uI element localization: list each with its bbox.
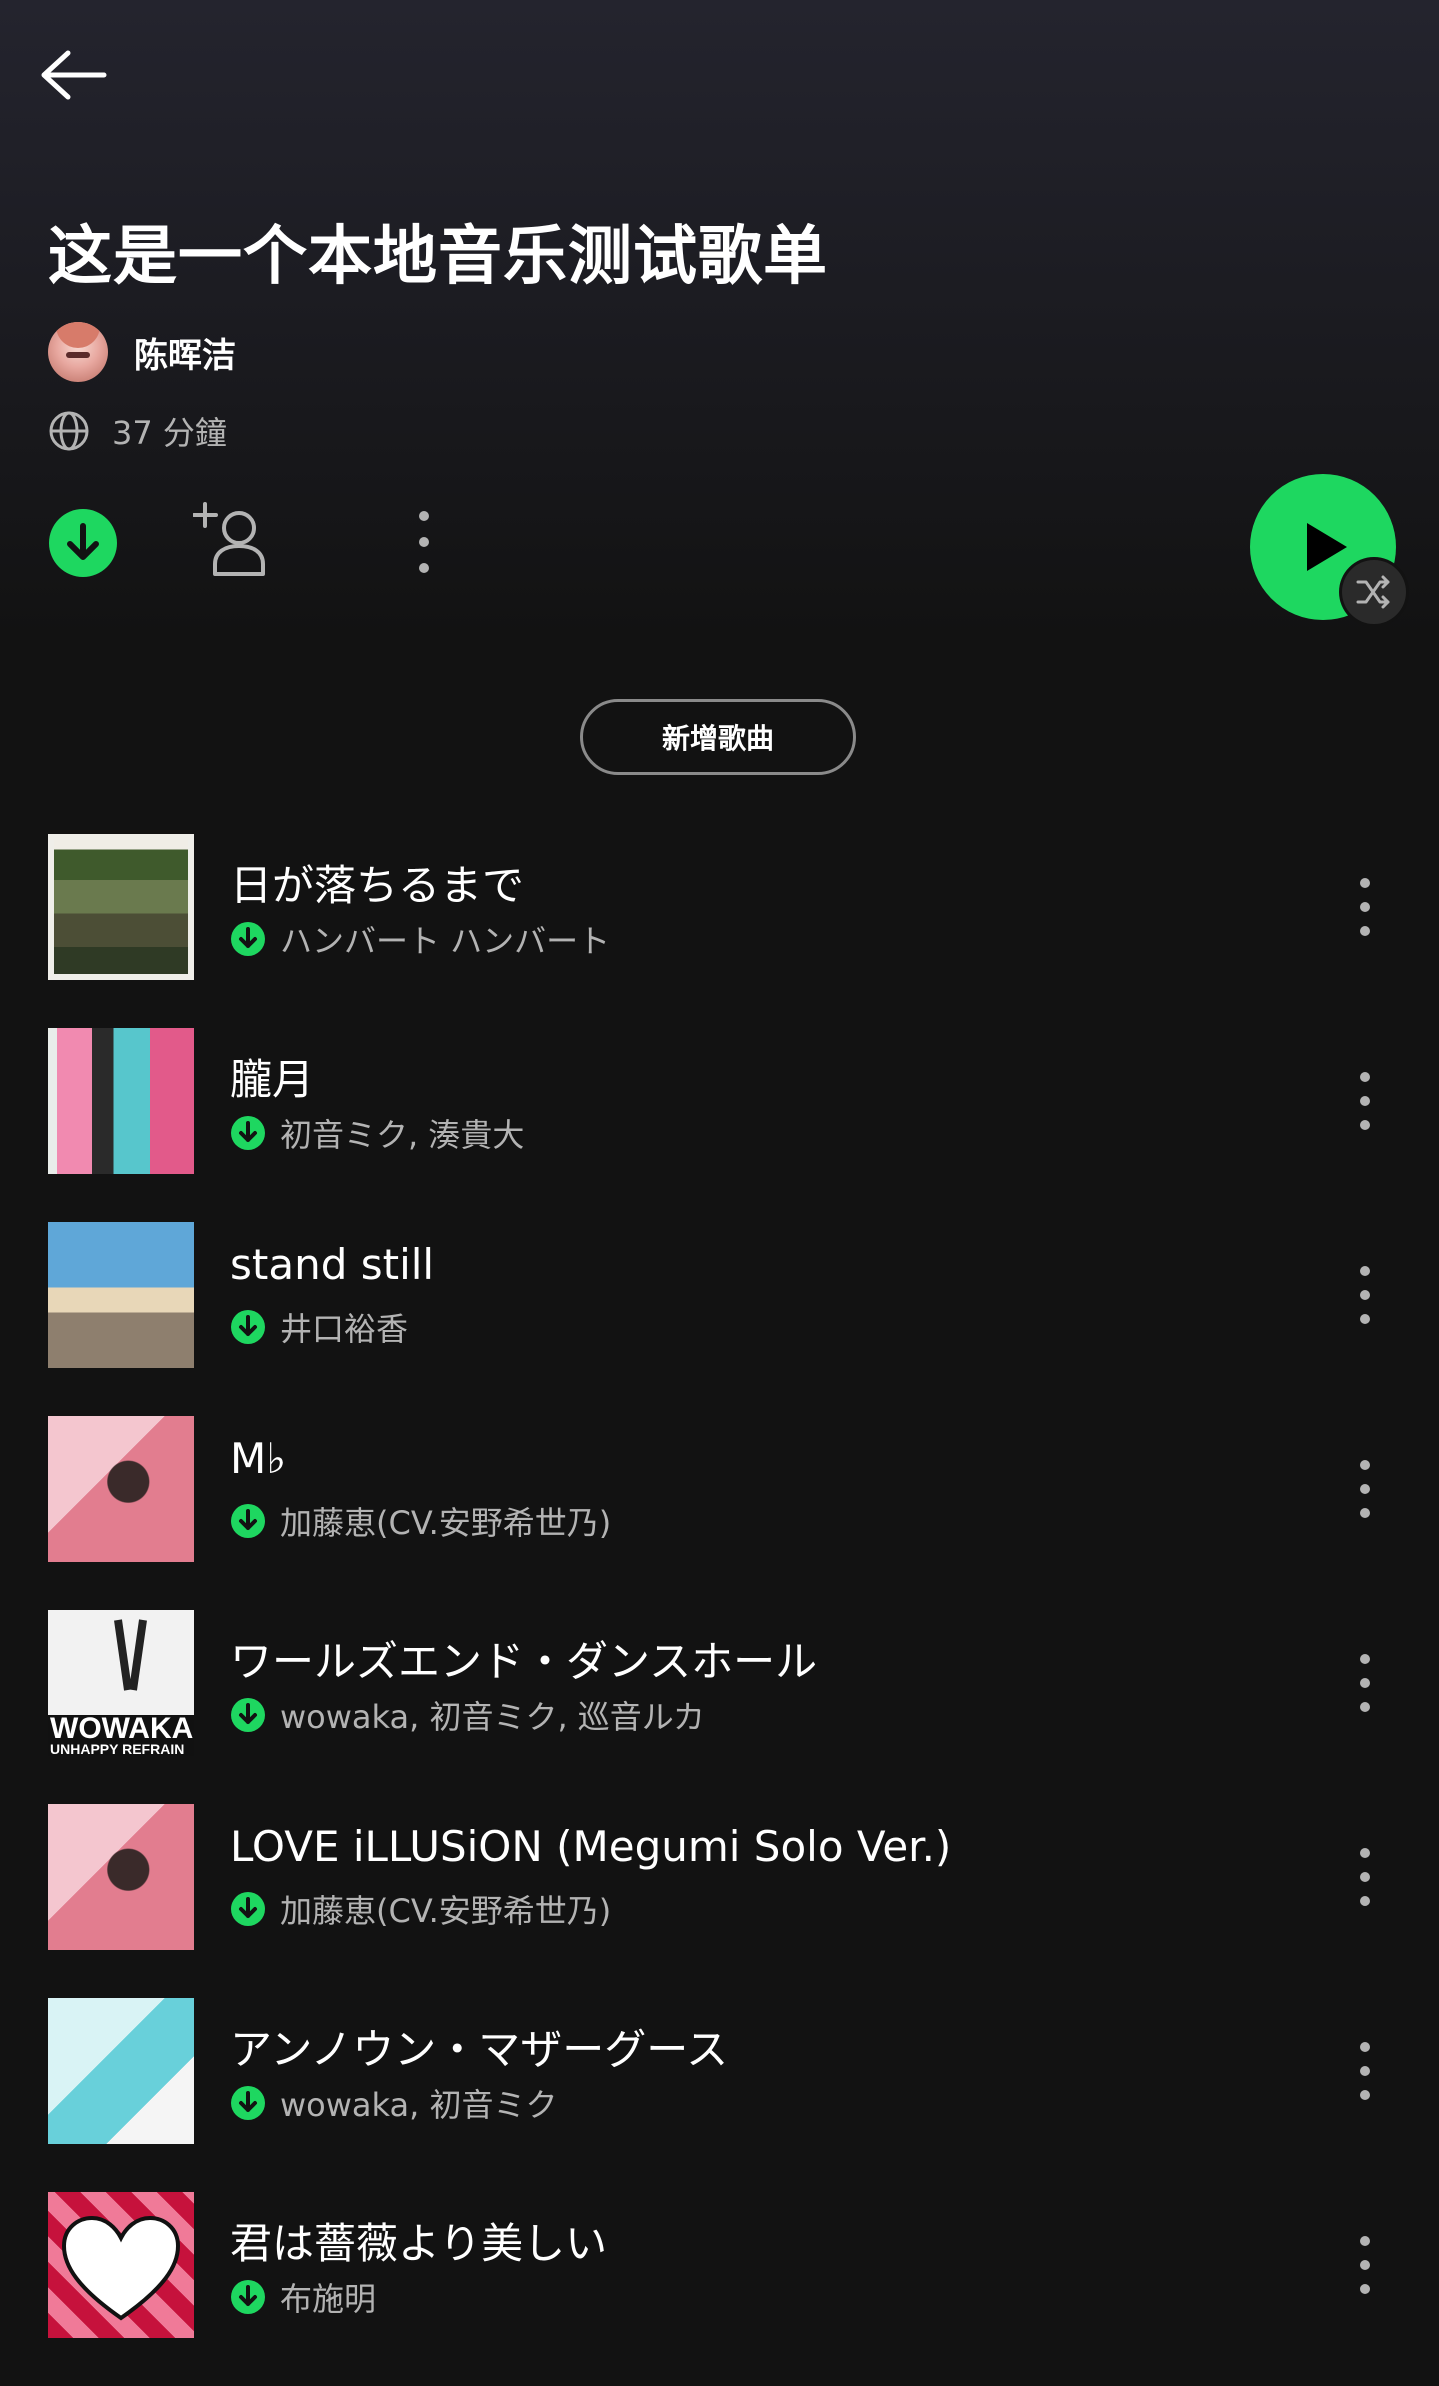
shuffle-button[interactable] bbox=[1342, 560, 1406, 624]
album-cover bbox=[48, 1028, 194, 1174]
playlist-meta: 37 分鐘 bbox=[48, 408, 227, 454]
downloaded-icon bbox=[231, 2280, 265, 2314]
track-more-button[interactable] bbox=[1342, 1262, 1388, 1328]
track-more-button[interactable] bbox=[1342, 1650, 1388, 1716]
track-artist: 布施明 bbox=[280, 2280, 377, 2318]
album-cover bbox=[48, 834, 194, 980]
downloaded-icon bbox=[231, 922, 265, 956]
track-artist: wowaka, 初音ミク, 巡音ルカ bbox=[280, 1698, 705, 1736]
playlist-owner[interactable]: 陈晖洁 bbox=[48, 320, 236, 384]
arrow-left-icon bbox=[41, 50, 107, 100]
track-artist: 加藤恵(CV.安野希世乃) bbox=[280, 1504, 612, 1542]
track-title: M♭ bbox=[230, 1434, 287, 1483]
avatar[interactable] bbox=[48, 322, 108, 382]
track-row[interactable]: アンノウン・マザーグース wowaka, 初音ミク bbox=[0, 1998, 1439, 2192]
track-more-button[interactable] bbox=[1342, 2038, 1388, 2104]
downloaded-icon bbox=[231, 1116, 265, 1150]
cover-subtext: UNHAPPY REFRAIN bbox=[50, 1741, 184, 1756]
more-options-button[interactable] bbox=[396, 508, 452, 578]
track-title: 君は薔薇より美しい bbox=[230, 2219, 608, 2268]
album-cover bbox=[48, 2192, 194, 2338]
more-vertical-icon bbox=[419, 511, 429, 573]
track-title: LOVE iLLUSiON (Megumi Solo Ver.) bbox=[230, 1822, 952, 1871]
track-row[interactable]: 君は薔薇より美しい 布施明 bbox=[0, 2192, 1439, 2386]
track-more-button[interactable] bbox=[1342, 874, 1388, 940]
album-cover-art: WOWAKA UNHAPPY REFRAIN bbox=[50, 1619, 193, 1756]
play-icon bbox=[1307, 523, 1347, 571]
add-collaborator-button[interactable] bbox=[192, 500, 277, 584]
more-vertical-icon bbox=[1360, 2042, 1370, 2100]
more-vertical-icon bbox=[1360, 2236, 1370, 2294]
track-row[interactable]: WOWAKA UNHAPPY REFRAIN ワールズエンド・ダンスホール wo… bbox=[0, 1610, 1439, 1804]
add-user-icon bbox=[192, 502, 265, 576]
track-title: 朧月 bbox=[230, 1055, 315, 1104]
album-cover bbox=[48, 1222, 194, 1368]
downloaded-icon bbox=[231, 1504, 265, 1538]
track-title: ワールズエンド・ダンスホール bbox=[230, 1637, 818, 1686]
back-button[interactable] bbox=[40, 40, 120, 110]
track-row[interactable]: 日が落ちるまで ハンバート ハンバート bbox=[0, 834, 1439, 1028]
track-list: 日が落ちるまで ハンバート ハンバート 朧月 初音ミク, 湊貴大 stand s… bbox=[0, 834, 1439, 2386]
album-cover bbox=[48, 1416, 194, 1562]
album-cover: WOWAKA UNHAPPY REFRAIN bbox=[48, 1610, 194, 1756]
track-row[interactable]: LOVE iLLUSiON (Megumi Solo Ver.) 加藤恵(CV.… bbox=[0, 1804, 1439, 1998]
album-cover bbox=[48, 1804, 194, 1950]
more-vertical-icon bbox=[1360, 1072, 1370, 1130]
playlist-title: 这是一个本地音乐测试歌单 bbox=[48, 220, 828, 294]
add-songs-button[interactable]: 新增歌曲 bbox=[580, 699, 856, 775]
download-icon bbox=[49, 509, 117, 577]
downloaded-icon bbox=[231, 1698, 265, 1732]
track-artist: 加藤恵(CV.安野希世乃) bbox=[280, 1892, 612, 1930]
more-vertical-icon bbox=[1360, 1460, 1370, 1518]
track-more-button[interactable] bbox=[1342, 1456, 1388, 1522]
track-title: アンノウン・マザーグース bbox=[230, 2025, 729, 2074]
track-row[interactable]: stand still 井口裕香 bbox=[0, 1222, 1439, 1416]
album-cover bbox=[48, 1998, 194, 2144]
track-more-button[interactable] bbox=[1342, 1844, 1388, 1910]
action-bar bbox=[48, 474, 1406, 624]
track-row[interactable]: M♭ 加藤恵(CV.安野希世乃) bbox=[0, 1416, 1439, 1610]
downloaded-icon bbox=[231, 2086, 265, 2120]
heart-art bbox=[61, 2215, 181, 2321]
globe-icon bbox=[49, 411, 89, 451]
owner-name[interactable]: 陈晖洁 bbox=[134, 328, 236, 377]
more-vertical-icon bbox=[1360, 1266, 1370, 1324]
download-button[interactable] bbox=[48, 508, 118, 578]
track-artist: ハンバート ハンバート bbox=[280, 922, 611, 960]
track-more-button[interactable] bbox=[1342, 2232, 1388, 2298]
track-row[interactable]: 朧月 初音ミク, 湊貴大 bbox=[0, 1028, 1439, 1222]
track-artist: wowaka, 初音ミク bbox=[280, 2086, 558, 2124]
track-more-button[interactable] bbox=[1342, 1068, 1388, 1134]
downloaded-icon bbox=[231, 1892, 265, 1926]
track-artist: 初音ミク, 湊貴大 bbox=[280, 1116, 525, 1154]
playlist-duration: 37 分鐘 bbox=[112, 414, 227, 452]
more-vertical-icon bbox=[1360, 1848, 1370, 1906]
track-title: stand still bbox=[230, 1240, 435, 1289]
more-vertical-icon bbox=[1360, 1654, 1370, 1712]
track-artist: 井口裕香 bbox=[280, 1310, 409, 1348]
shuffle-icon bbox=[1356, 575, 1390, 609]
track-title: 日が落ちるまで bbox=[230, 861, 525, 910]
downloaded-icon bbox=[231, 1310, 265, 1344]
more-vertical-icon bbox=[1360, 878, 1370, 936]
